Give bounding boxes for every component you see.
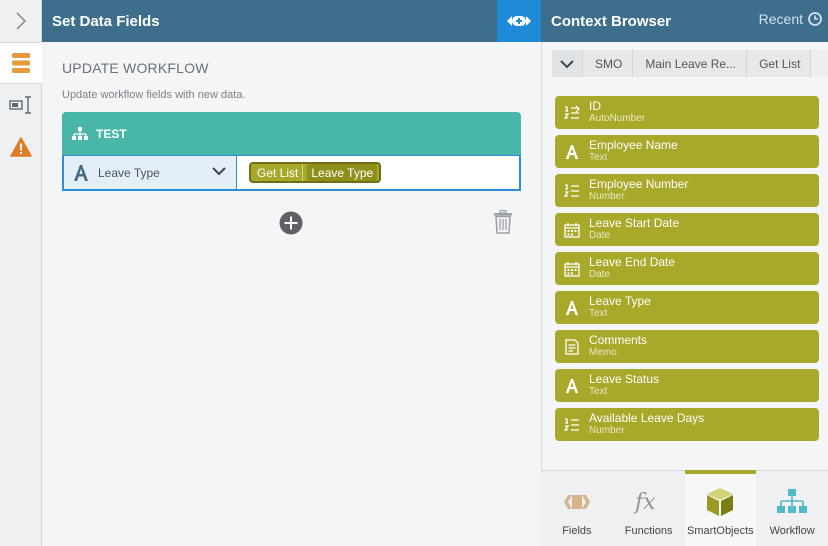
breadcrumb-item[interactable]: Main Leave Re...: [633, 50, 748, 77]
token-source: Get List: [257, 165, 299, 180]
chevron-right-icon: [15, 12, 26, 30]
tab-fields[interactable]: Fields: [541, 471, 613, 546]
swap-arrows-icon: [507, 16, 531, 26]
field-type: Text: [589, 386, 608, 397]
tab-label: SmartObjects: [687, 525, 754, 537]
field-name: Available Leave Days: [589, 411, 705, 425]
tab-smartobjects[interactable]: SmartObjects: [684, 470, 757, 546]
section-title: UPDATE WORKFLOW: [62, 60, 209, 76]
field-item[interactable]: Employee Name Text: [555, 135, 819, 168]
stack-icon: [12, 53, 30, 73]
field-selector[interactable]: Leave Type: [64, 156, 237, 189]
field-type: Date: [589, 269, 611, 280]
workflow-icon: [777, 489, 808, 513]
field-type: Text: [589, 308, 608, 319]
field-type: Number: [589, 191, 625, 202]
warning-icon: [10, 137, 32, 157]
field-item[interactable]: Leave Type Text: [555, 291, 819, 324]
field-item[interactable]: Leave End Date Date: [555, 252, 819, 285]
value-input[interactable]: Get List Leave Type: [237, 156, 519, 189]
delete-button[interactable]: [494, 209, 512, 237]
value-token[interactable]: Get List Leave Type: [249, 162, 382, 183]
main-header: Set Data Fields: [42, 0, 497, 42]
clock-icon: [808, 12, 822, 26]
breadcrumb-dropdown[interactable]: [552, 50, 583, 77]
tab-functions[interactable]: fx Functions: [613, 471, 685, 546]
expand-button[interactable]: [0, 0, 41, 42]
recent-button[interactable]: Recent: [759, 11, 822, 27]
field-name: Leave End Date: [589, 255, 676, 269]
chevron-down-icon: [212, 167, 226, 176]
workflow-icon: [72, 126, 88, 140]
tab-label: Functions: [624, 525, 673, 537]
left-rail: [0, 0, 42, 546]
page-title: Set Data Fields: [52, 12, 160, 30]
recent-label: Recent: [758, 11, 803, 27]
field-item[interactable]: Comments Memo: [555, 330, 819, 363]
tab-label: Workflow: [769, 525, 815, 537]
rail-item-warnings[interactable]: [0, 126, 42, 168]
context-browser-body: SMO Main Leave Re... Get List ID AutoNumb…: [541, 42, 828, 470]
date-icon: [564, 261, 580, 277]
date-icon: [564, 222, 580, 238]
field-type: Number: [589, 425, 625, 436]
field-item[interactable]: Available Leave Days Number: [555, 408, 819, 441]
autonumber-icon: [564, 105, 580, 119]
breadcrumb-item[interactable]: SMO: [583, 50, 634, 77]
field-list: ID AutoNumber Employee Name Text Employee …: [555, 96, 819, 447]
text-icon: [565, 144, 579, 159]
field-name: Leave Start Date: [589, 216, 680, 230]
field-name: Leave Status: [589, 372, 660, 386]
card-header: TEST: [62, 112, 521, 155]
rail-item-data-fields[interactable]: [0, 42, 42, 84]
rail-item-text[interactable]: [0, 84, 42, 126]
add-mapping-button[interactable]: [279, 211, 303, 238]
plus-circle-icon: [279, 211, 303, 235]
tab-label: Fields: [562, 525, 592, 537]
svg-text:fx: fx: [633, 490, 656, 515]
text-icon: [565, 300, 579, 315]
main-panel: UPDATE WORKFLOW Update workflow fields w…: [42, 42, 541, 546]
token-field: Leave Type: [307, 164, 378, 181]
context-browser-header: Context Browser Recent: [541, 0, 828, 42]
number-icon: [564, 417, 579, 431]
breadcrumb: SMO Main Leave Re... Get List: [552, 50, 828, 77]
field-item[interactable]: Leave Start Date Date: [555, 213, 819, 246]
fields-icon: [563, 495, 590, 509]
swap-panels-button[interactable]: [497, 0, 541, 42]
mapping-row: Leave Type Get List Leave Type: [62, 155, 521, 191]
chevron-down-icon: [560, 59, 574, 68]
field-item[interactable]: ID AutoNumber: [555, 96, 819, 129]
field-item[interactable]: Employee Number Number: [555, 174, 819, 207]
field-type: AutoNumber: [589, 113, 646, 124]
text-cursor-icon: [9, 96, 31, 114]
number-icon: [564, 183, 579, 197]
field-item[interactable]: Leave Status Text: [555, 369, 819, 402]
tab-workflow[interactable]: Workflow: [756, 471, 828, 546]
text-type-icon: [74, 164, 88, 181]
trash-icon: [494, 209, 512, 234]
context-browser-title: Context Browser: [551, 12, 672, 30]
field-name: Leave Type: [589, 294, 651, 308]
context-browser-tabs: Fields fx Functions SmartObjects Workflo…: [541, 470, 828, 546]
memo-icon: [565, 338, 579, 355]
field-type: Date: [589, 230, 611, 241]
field-name: Comments: [589, 333, 648, 347]
section-description: Update workflow fields with new data.: [62, 89, 246, 101]
cube-icon: [707, 488, 734, 516]
field-name: ID: [589, 99, 601, 113]
field-name: Employee Number: [589, 177, 689, 191]
field-type: Memo: [589, 347, 617, 358]
fx-icon: fx: [633, 490, 656, 515]
field-name: Employee Name: [589, 138, 678, 152]
workflow-card: TEST Leave Type Get List Leave Type: [62, 112, 521, 191]
text-icon: [565, 378, 579, 393]
breadcrumb-item[interactable]: Get List: [747, 50, 812, 77]
field-selector-label: Leave Type: [98, 165, 160, 180]
card-title: TEST: [96, 126, 127, 141]
field-type: Text: [589, 152, 608, 163]
